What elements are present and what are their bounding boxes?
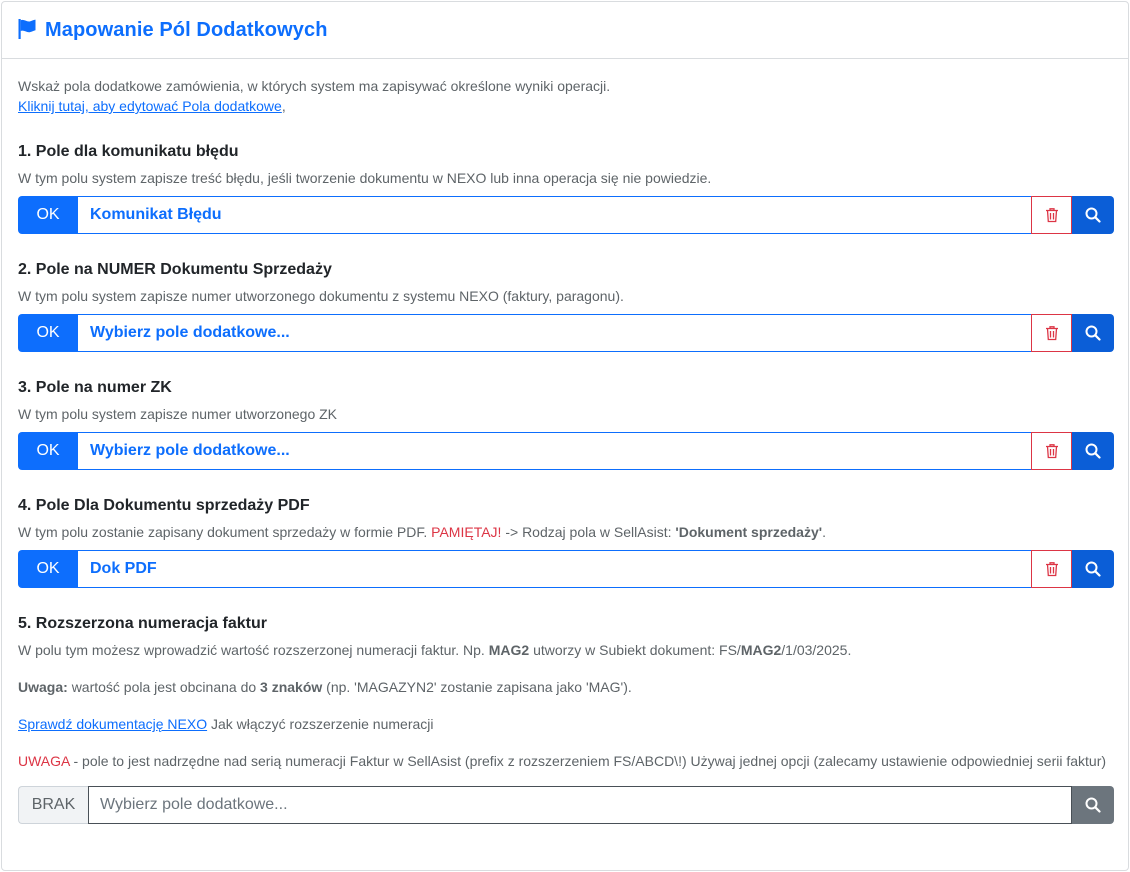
documentation-line: Sprawdź dokumentację NEXO Jak włączyć ro… <box>18 715 1112 733</box>
section-description: W tym polu system zapisze numer utworzon… <box>18 288 624 304</box>
selected-field[interactable]: Dok PDF <box>78 550 1031 588</box>
section-description: W tym polu zostanie zapisany dokument sp… <box>18 523 1112 541</box>
search-icon <box>1085 561 1101 577</box>
trash-icon <box>1045 562 1058 577</box>
field-selector: OK Komunikat Błędu <box>18 196 1114 234</box>
selected-field[interactable]: Wybierz pole dodatkowe... <box>78 314 1031 352</box>
page-title: Mapowanie Pól Dodatkowych <box>45 18 328 41</box>
delete-button[interactable] <box>1031 314 1072 352</box>
status-badge: BRAK <box>18 786 88 824</box>
section-title: 1. Pole dla komunikatu błędu <box>18 143 239 160</box>
edit-fields-link[interactable]: Kliknij tutaj, aby edytować Pola dodatko… <box>18 98 282 114</box>
note-label: Uwaga: <box>18 679 68 695</box>
section-error-message: 1. Pole dla komunikatu błędu W tym polu … <box>18 142 1114 234</box>
intro-text: Wskaż pola dodatkowe zamówienia, w który… <box>18 78 611 94</box>
field-selector: OK Wybierz pole dodatkowe... <box>18 432 1114 470</box>
text: (np. 'MAGAZYN2' zostanie zapisana jako '… <box>326 679 632 695</box>
section-title: 4. Pole Dla Dokumentu sprzedaży PDF <box>18 497 310 514</box>
section-description: W tym polu system zapisze numer utworzon… <box>18 406 338 422</box>
selected-field[interactable]: Komunikat Błędu <box>78 196 1031 234</box>
delete-button[interactable] <box>1031 196 1072 234</box>
intro: Wskaż pola dodatkowe zamówienia, w który… <box>18 76 1112 116</box>
field-selector: OK Dok PDF <box>18 550 1114 588</box>
status-badge: OK <box>18 314 78 352</box>
status-badge: OK <box>18 196 78 234</box>
status-badge: OK <box>18 550 78 588</box>
section-sales-document-pdf: 4. Pole Dla Dokumentu sprzedaży PDF W ty… <box>18 496 1114 588</box>
field-mapping-card: Mapowanie Pól Dodatkowych Wskaż pola dod… <box>1 1 1129 871</box>
delete-button[interactable] <box>1031 432 1072 470</box>
card-header: Mapowanie Pól Dodatkowych <box>2 2 1128 59</box>
search-button[interactable] <box>1072 786 1114 824</box>
trash-icon <box>1045 208 1058 223</box>
remember-warning: PAMIĘTAJ! <box>431 524 502 540</box>
desc-text: . <box>822 524 826 540</box>
search-icon <box>1085 443 1101 459</box>
text: Jak włączyć rozszerzenie numeracji <box>210 716 434 732</box>
text: utworzy w Subiekt dokument: FS/ <box>533 642 741 658</box>
section-title: 3. Pole na numer ZK <box>18 379 172 396</box>
text: - pole to jest nadrzędne nad serią numer… <box>73 753 1107 769</box>
section-title: 2. Pole na NUMER Dokumentu Sprzedaży <box>18 261 332 278</box>
search-button[interactable] <box>1072 314 1114 352</box>
search-icon <box>1085 797 1101 813</box>
section-zk-number: 3. Pole na numer ZK W tym polu system za… <box>18 378 1114 470</box>
section-description: W tym polu system zapisze treść błędu, j… <box>18 170 712 186</box>
search-button[interactable] <box>1072 196 1114 234</box>
delete-button[interactable] <box>1031 550 1072 588</box>
selected-field[interactable]: Wybierz pole dodatkowe... <box>78 432 1031 470</box>
text: wartość pola jest obcinana do <box>71 679 257 695</box>
field-selector: OK Wybierz pole dodatkowe... <box>18 314 1114 352</box>
field-type-name: 'Dokument sprzedaży' <box>675 524 823 540</box>
text: W polu tym możesz wprowadzić wartość roz… <box>18 642 485 658</box>
intro-link-suffix: , <box>281 98 286 114</box>
desc-text: W tym polu zostanie zapisany dokument sp… <box>18 524 428 540</box>
warning-label: UWAGA <box>18 753 70 769</box>
text: /1/03/2025. <box>781 642 852 658</box>
section-title: 5. Rozszerzona numeracja faktur <box>18 615 267 632</box>
numbering-field-selector: BRAK Wybierz pole dodatkowe... <box>18 786 1114 824</box>
desc-text: -> Rodzaj pola w SellAsist: <box>505 524 672 540</box>
example-value: MAG2 <box>740 642 782 658</box>
priority-warning: UWAGA - pole to jest nadrzędne nad serią… <box>18 752 1112 770</box>
flag-icon <box>18 19 36 39</box>
section-extended-numbering: 5. Rozszerzona numeracja faktur W polu t… <box>18 614 1114 824</box>
example-value: MAG2 <box>488 642 530 658</box>
search-icon <box>1085 207 1101 223</box>
numbering-description: W polu tym możesz wprowadzić wartość roz… <box>18 641 1112 659</box>
trash-icon <box>1045 326 1058 341</box>
section-sales-document-number: 2. Pole na NUMER Dokumentu Sprzedaży W t… <box>18 260 1114 352</box>
numbering-field-input[interactable]: Wybierz pole dodatkowe... <box>88 786 1072 824</box>
nexo-docs-link[interactable]: Sprawdź dokumentację NEXO <box>18 716 207 732</box>
search-button[interactable] <box>1072 550 1114 588</box>
trash-icon <box>1045 444 1058 459</box>
truncation-note: Uwaga: wartość pola jest obcinana do 3 z… <box>18 678 1112 696</box>
search-button[interactable] <box>1072 432 1114 470</box>
status-badge: OK <box>18 432 78 470</box>
search-icon <box>1085 325 1101 341</box>
char-limit: 3 znaków <box>260 679 323 695</box>
